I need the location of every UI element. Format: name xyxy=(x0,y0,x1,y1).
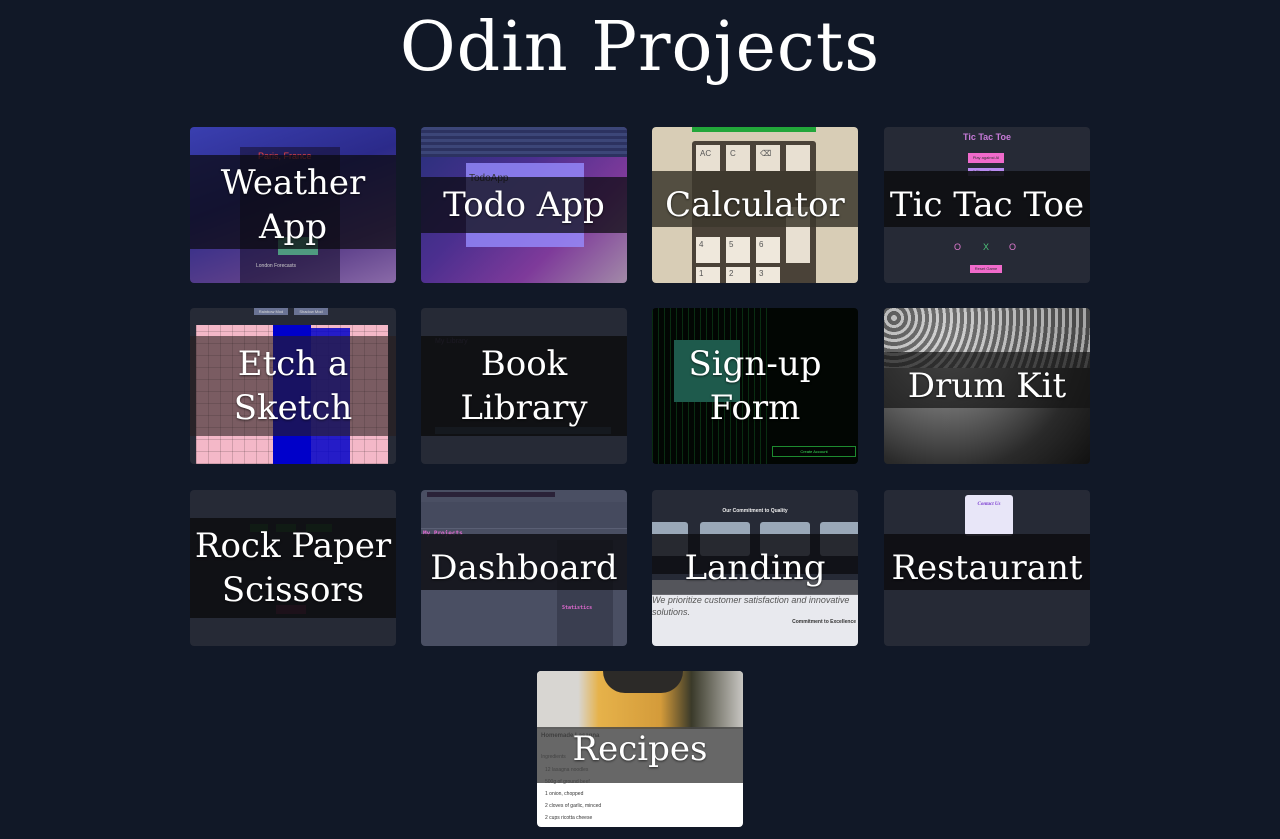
project-card-book-library[interactable]: My Library Book Library xyxy=(421,308,627,464)
project-title: Landing xyxy=(684,548,826,588)
project-card-landing[interactable]: Our Commitment to Quality We prioritize … xyxy=(652,490,858,646)
project-title: Calculator xyxy=(665,185,845,225)
page-title: Odin Projects xyxy=(399,8,881,87)
project-card-drum-kit[interactable]: Drum Kit xyxy=(884,308,1090,464)
project-title: Etch a Sketch xyxy=(233,344,353,428)
project-title: Tic Tac Toe xyxy=(889,185,1085,225)
project-card-etch-a-sketch[interactable]: Rainbow Mod Shadow Mod Etch a Sketch xyxy=(190,308,396,464)
project-card-recipes[interactable]: Homemade Lasagna Ingredients 12 lasagna … xyxy=(537,671,743,827)
project-title: Todo App xyxy=(443,185,605,225)
project-title: Dashboard xyxy=(430,548,618,588)
project-card-rock-paper-scissors[interactable]: Rock Paper Scissors xyxy=(190,490,396,646)
project-card-dashboard[interactable]: My Projects Statistics Dashboard xyxy=(421,490,627,646)
project-title: Rock Paper Scissors xyxy=(194,526,392,610)
project-title: Recipes xyxy=(572,729,708,769)
project-title: Book Library xyxy=(460,344,588,428)
project-card-todo-app[interactable]: TodoApp Todo App xyxy=(421,127,627,283)
project-title: Restaurant xyxy=(891,548,1083,588)
project-title: Drum Kit xyxy=(907,366,1067,406)
project-card-tic-tac-toe[interactable]: Tic Tac Toe Play against AI 2 Player Gam… xyxy=(884,127,1090,283)
project-card-sign-up-form[interactable]: Create Account Sign-up Form xyxy=(652,308,858,464)
project-card-weather-app[interactable]: Paris, France London Forecasts Weather A… xyxy=(190,127,396,283)
project-title: Sign-up Form xyxy=(688,344,822,428)
project-card-restaurant[interactable]: Contact Us Restaurant xyxy=(884,490,1090,646)
project-card-calculator[interactable]: AC C ⌫ 4 5 6 1 2 3 Calculator xyxy=(652,127,858,283)
project-title: Weather App xyxy=(220,163,366,247)
